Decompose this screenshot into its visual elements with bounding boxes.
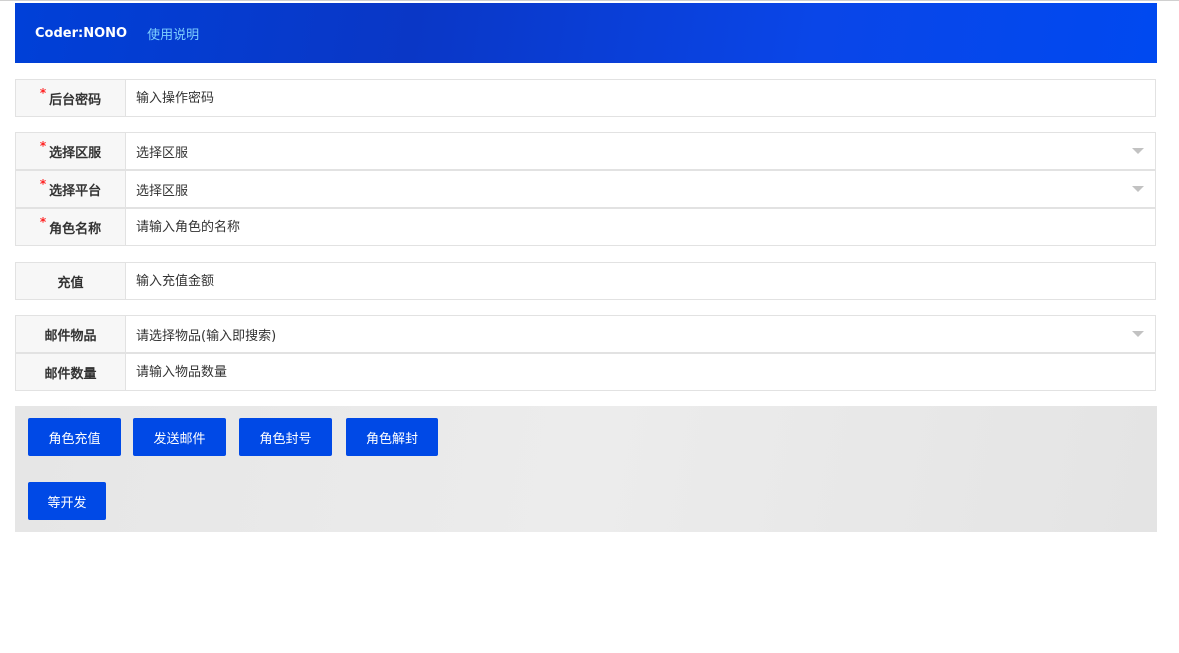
server-select-value: 选择区服	[136, 145, 189, 161]
role-name-label-text: 角色名称	[49, 221, 102, 237]
mail-quantity-input[interactable]	[126, 354, 1155, 390]
platform-select[interactable]: 选择区服	[126, 171, 1155, 207]
caret-down-icon	[1132, 186, 1144, 192]
recharge-label: 充值	[16, 263, 126, 299]
server-label-text: 选择区服	[49, 145, 102, 161]
platform-label-text: 选择平台	[49, 183, 102, 199]
role-name-row: * 角色名称	[15, 208, 1156, 246]
password-label: * 后台密码	[16, 80, 126, 116]
mail-quantity-label: 邮件数量	[16, 354, 126, 390]
mail-item-label-text: 邮件物品	[44, 328, 97, 344]
page: Coder:NONO 使用说明 * 后台密码 * 选择区服 选择区服 * 选择平…	[0, 0, 1179, 653]
role-name-label: * 角色名称	[16, 209, 126, 245]
brand-title: Coder:NONO	[35, 25, 128, 41]
caret-down-icon	[1132, 331, 1144, 337]
recharge-input[interactable]	[126, 263, 1155, 299]
required-mark: *	[39, 215, 47, 229]
action-panel: 角色充值 发送邮件 角色封号 角色解封 等开发	[15, 406, 1157, 532]
required-mark: *	[39, 86, 47, 100]
mail-quantity-row: 邮件数量	[15, 353, 1156, 391]
recharge-row: 充值	[15, 262, 1156, 300]
mail-item-select-value: 请选择物品(输入即搜索)	[136, 328, 277, 344]
platform-row: * 选择平台 选择区服	[15, 170, 1156, 208]
server-label: * 选择区服	[16, 133, 126, 169]
mail-item-label: 邮件物品	[16, 316, 126, 352]
platform-select-value: 选择区服	[136, 183, 189, 199]
mail-item-select[interactable]: 请选择物品(输入即搜索)	[126, 316, 1155, 352]
help-link[interactable]: 使用说明	[147, 24, 199, 43]
password-input[interactable]	[126, 80, 1155, 116]
role-recharge-button[interactable]: 角色充值	[28, 418, 121, 456]
required-mark: *	[39, 139, 47, 153]
server-select[interactable]: 选择区服	[126, 133, 1155, 169]
password-row: * 后台密码	[15, 79, 1156, 117]
mail-quantity-label-text: 邮件数量	[44, 366, 97, 382]
server-row: * 选择区服 选择区服	[15, 132, 1156, 170]
pending-dev-button[interactable]: 等开发	[28, 482, 106, 520]
password-label-text: 后台密码	[49, 92, 102, 108]
header-bar: Coder:NONO 使用说明	[15, 3, 1157, 63]
send-mail-button[interactable]: 发送邮件	[133, 418, 226, 456]
mail-item-row: 邮件物品 请选择物品(输入即搜索)	[15, 315, 1156, 353]
role-name-input[interactable]	[126, 209, 1155, 245]
required-mark: *	[39, 177, 47, 191]
platform-label: * 选择平台	[16, 171, 126, 207]
ban-role-button[interactable]: 角色封号	[239, 418, 332, 456]
recharge-label-text: 充值	[57, 275, 84, 291]
caret-down-icon	[1132, 148, 1144, 154]
unban-role-button[interactable]: 角色解封	[346, 418, 438, 456]
